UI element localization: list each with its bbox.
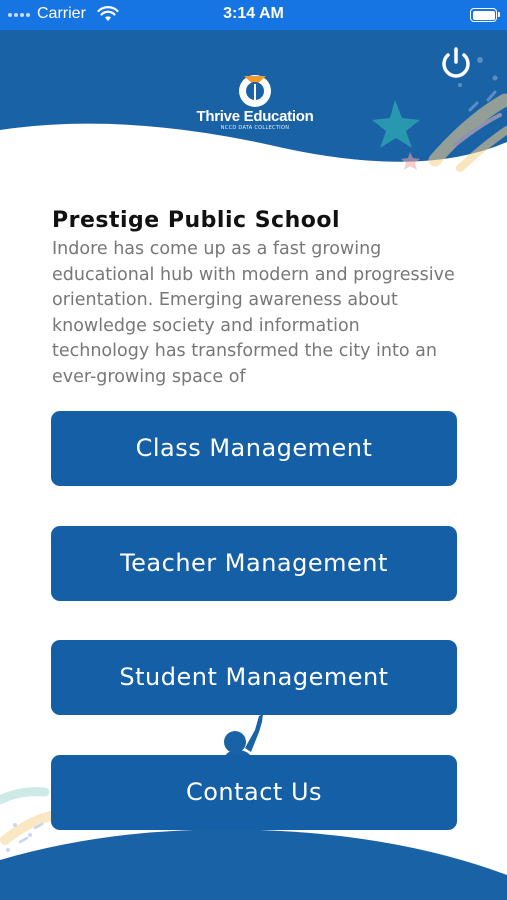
brand-name: Thrive Education (196, 108, 314, 125)
contact-us-button[interactable]: Contact Us (51, 755, 457, 830)
header-decoration (372, 57, 507, 172)
brand-tagline: NCCD DATA COLLECTION (220, 125, 290, 131)
thrive-logo-icon (239, 75, 271, 107)
thrive-logo: Thrive Education NCCD DATA COLLECTION (190, 70, 320, 136)
school-description: Indore has come up as a fast growing edu… (52, 239, 455, 387)
school-name: Prestige Public School (52, 208, 341, 233)
battery-icon (470, 8, 500, 22)
class-management-button[interactable]: Class Management (51, 411, 457, 486)
power-icon[interactable] (438, 45, 474, 81)
teacher-management-button[interactable]: Teacher Management (51, 526, 457, 601)
school-info: Prestige Public School Indore has come u… (52, 205, 462, 390)
student-management-button[interactable]: Student Management (51, 640, 457, 715)
footer-background (0, 829, 507, 900)
status-bar: Carrier 3:14 AM (0, 0, 507, 30)
status-time: 3:14 AM (223, 5, 284, 22)
